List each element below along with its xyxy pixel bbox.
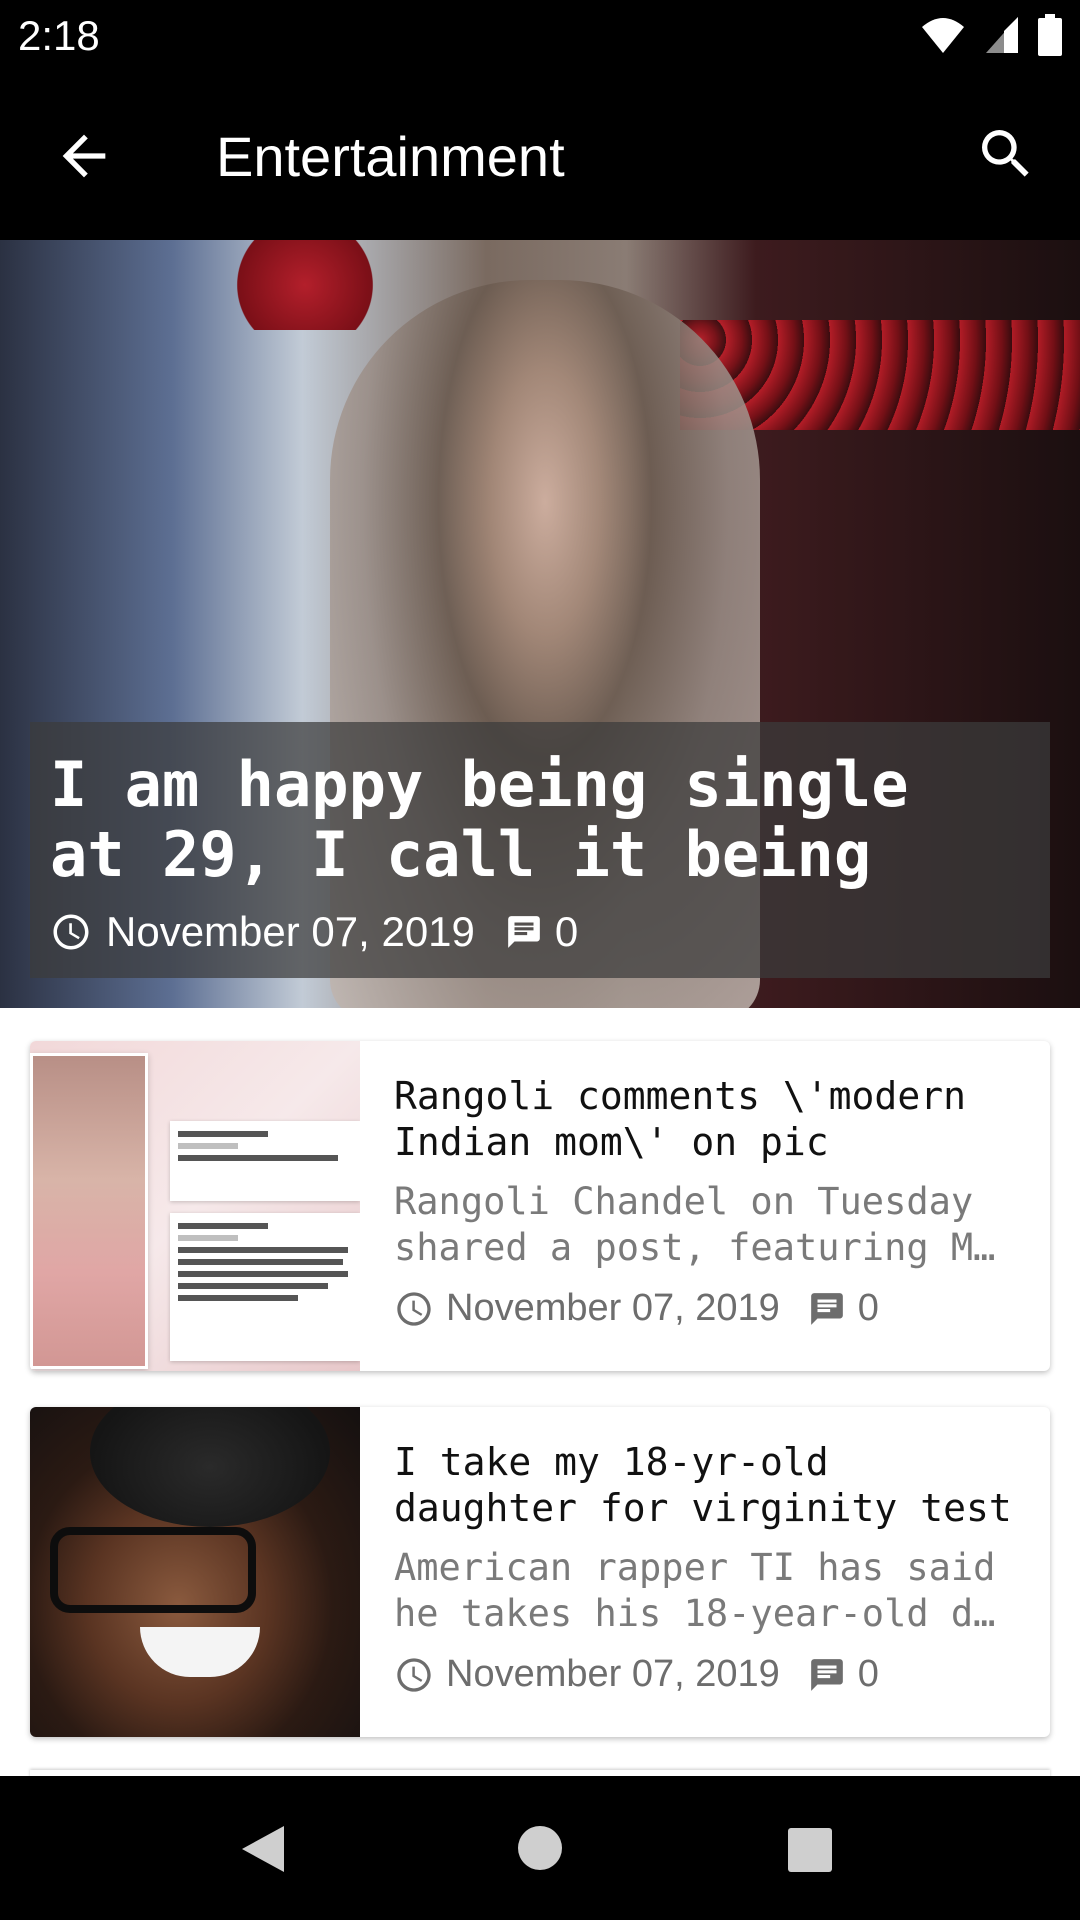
arrow-back-icon	[62, 134, 106, 178]
thumbnail-hat	[90, 1407, 330, 1527]
battery-icon	[1038, 14, 1062, 56]
clock-icon	[397, 1657, 431, 1692]
article-excerpt: American rapper TI has said he takes his…	[394, 1546, 996, 1635]
thumbnail-tweet-card	[170, 1213, 360, 1361]
back-button[interactable]	[52, 124, 116, 188]
thumbnail-glasses	[50, 1527, 256, 1613]
thumbnail-smile	[140, 1627, 260, 1677]
article-meta: November 07, 2019 0	[394, 1653, 1024, 1696]
wifi-icon	[922, 18, 964, 53]
status-bar: 2:18	[0, 0, 1080, 72]
search-button[interactable]	[974, 122, 1038, 186]
comment-icon	[810, 1658, 843, 1691]
nav-recent-apps-icon[interactable]	[788, 1828, 832, 1872]
page-title: Entertainment	[216, 125, 565, 188]
article-excerpt: Rangoli Chandel on Tuesday shared a post…	[394, 1180, 996, 1269]
thumbnail-phone-screenshot	[30, 1053, 148, 1369]
search-icon	[982, 130, 1029, 177]
article-card[interactable]: Rangoli comments \'modern Indian mom\' o…	[30, 1041, 1050, 1371]
featured-article-meta: November 07, 2019 0	[50, 908, 578, 956]
clock-icon	[53, 914, 89, 950]
featured-article-date: November 07, 2019	[106, 908, 475, 955]
featured-article-comment-count: 0	[554, 908, 579, 955]
nav-back-icon[interactable]	[240, 1824, 286, 1874]
signal-icon	[986, 17, 1018, 53]
featured-article-title: I am happy being single at 29, I call it…	[50, 748, 909, 891]
hero-image-rose	[220, 240, 390, 330]
featured-article[interactable]: I am happy being single at 29, I call it…	[0, 240, 1080, 1008]
article-card[interactable]: I take my 18-yr-old daughter for virgini…	[30, 1407, 1050, 1737]
article-thumbnail	[30, 1407, 360, 1737]
system-nav-bar	[0, 1776, 1080, 1920]
article-date: November 07, 2019	[446, 1287, 780, 1329]
comment-icon	[508, 916, 540, 948]
article-thumbnail	[30, 1041, 360, 1371]
article-title: Rangoli comments \'modern Indian mom\' o…	[394, 1074, 966, 1164]
status-icons	[920, 14, 1062, 56]
nav-home-icon[interactable]	[518, 1826, 562, 1870]
article-comment-count: 0	[857, 1653, 879, 1695]
clock-icon	[397, 1291, 431, 1326]
article-comment-count: 0	[857, 1287, 879, 1329]
thumbnail-tweet-card	[170, 1121, 360, 1201]
status-time: 2:18	[18, 12, 100, 59]
article-title: I take my 18-yr-old daughter for virgini…	[394, 1440, 1012, 1530]
article-meta: November 07, 2019 0	[394, 1287, 1024, 1330]
article-date: November 07, 2019	[446, 1653, 780, 1695]
comment-icon	[810, 1292, 843, 1325]
app-bar: Entertainment	[0, 72, 1080, 240]
